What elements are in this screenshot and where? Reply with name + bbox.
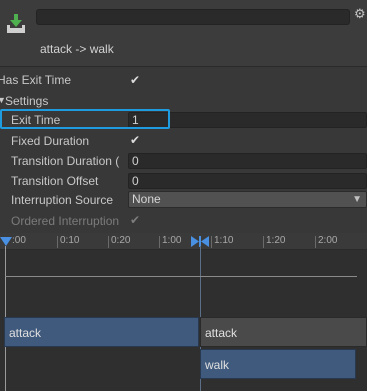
timeline-ruler[interactable] xyxy=(0,233,367,250)
ordered-interruption-checkbox: ✔ xyxy=(129,213,141,227)
fixed-duration-checkbox[interactable]: ✔ xyxy=(128,133,142,147)
transition-title: attack -> walk xyxy=(40,42,114,56)
header-divider xyxy=(0,66,367,67)
weight-curve xyxy=(5,276,357,277)
ruler-tick xyxy=(108,236,109,248)
tick-label: 1:10 xyxy=(214,235,234,246)
transition-offset-field[interactable]: 0 xyxy=(128,173,367,189)
transition-duration-label: Transition Duration ( xyxy=(11,154,120,168)
exit-time-highlight xyxy=(0,109,170,129)
source-state-bar[interactable]: attack xyxy=(4,317,199,347)
transition-icon xyxy=(5,13,27,35)
ruler-tick xyxy=(263,236,264,248)
ruler-tick xyxy=(159,236,160,248)
dropdown-arrow-icon: ▼ xyxy=(352,194,362,205)
tick-label: 0:10 xyxy=(60,235,80,246)
tick-label: 0:20 xyxy=(111,235,131,246)
next-state-bar[interactable]: attack xyxy=(200,317,367,347)
settings-foldout-label[interactable]: Settings xyxy=(5,94,48,108)
has-exit-time-label: Has Exit Time xyxy=(0,73,72,87)
transition-offset-label: Transition Offset xyxy=(11,174,99,188)
transition-name-field[interactable] xyxy=(36,9,350,25)
destination-state-bar[interactable]: walk xyxy=(200,349,356,379)
ruler-tick xyxy=(211,236,212,248)
fixed-duration-label: Fixed Duration xyxy=(11,134,90,148)
ruler-tick xyxy=(57,236,58,248)
tick-label: 1:00 xyxy=(162,235,182,246)
ruler-tick xyxy=(315,236,316,248)
start-marker-icon[interactable] xyxy=(0,236,12,250)
tick-label: 2:00 xyxy=(318,235,338,246)
tick-label: :00 xyxy=(12,235,26,246)
tick-label: 1:20 xyxy=(266,235,286,246)
interruption-source-label: Interruption Source xyxy=(11,193,114,207)
transition-duration-field[interactable]: 0 xyxy=(128,153,367,169)
interruption-source-value: None xyxy=(132,192,161,206)
has-exit-time-checkbox[interactable]: ✔ xyxy=(128,73,142,87)
gear-icon[interactable]: ⚙ xyxy=(354,7,366,21)
interruption-source-dropdown[interactable]: None ▼ xyxy=(128,191,367,208)
ordered-interruption-label: Ordered Interruption xyxy=(11,214,120,228)
